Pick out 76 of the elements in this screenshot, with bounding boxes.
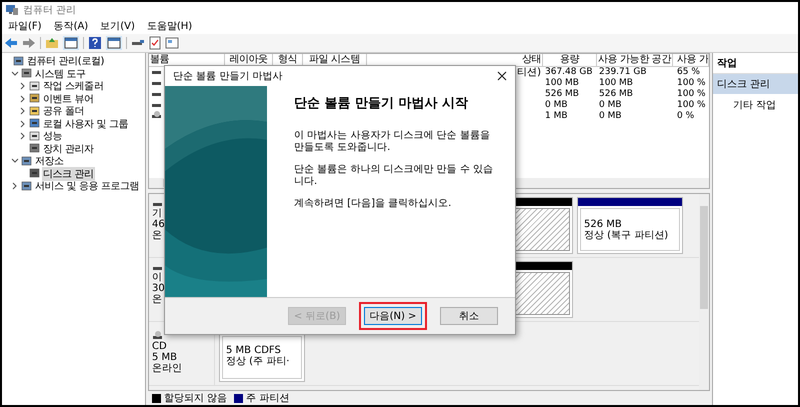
table-cell: 100 % [677, 78, 706, 88]
dialog-button[interactable]: 취소 [440, 307, 498, 325]
disk-label: 30 [152, 283, 166, 294]
cd-drive-icon [151, 111, 163, 121]
dialog-button[interactable]: 다음(N) > [364, 307, 422, 325]
table-cell: 100 % [677, 89, 706, 99]
table-cell: 0 MB [599, 111, 622, 121]
disk-label: 온 [152, 294, 163, 305]
column-header[interactable]: 사용 가 [673, 54, 709, 67]
column-header[interactable]: 사용 가능한 공간 [597, 54, 673, 67]
table-cell: 0 MB [599, 100, 622, 110]
legend-label: 할당되지 않음 [164, 392, 228, 405]
tree-item[interactable]: 시스템 도구 [34, 66, 87, 81]
table-cell: 526 MB [545, 89, 579, 99]
menu-item[interactable]: 도움말(H) [146, 19, 192, 33]
panel-icon[interactable] [106, 36, 122, 50]
cd-drive-icon [152, 331, 164, 341]
disk-label: 온라인 [152, 363, 183, 374]
more-actions-link[interactable]: 기타 작업 [713, 94, 798, 112]
back-arrow-icon[interactable] [4, 37, 18, 49]
dialog-text: 단순 볼륨은 하나의 디스크에만 만들 수 있습니다. [294, 164, 494, 188]
tree-item[interactable]: 이벤트 뷰어 [42, 92, 95, 106]
column-header[interactable]: 용량 [543, 54, 597, 67]
expanded-chevron-icon[interactable] [11, 157, 19, 166]
dialog-text: 이 마법사는 사용자가 디스크에 단순 볼륨을 만들도록 도와줍니다. [294, 130, 491, 154]
disk-label: 온 [152, 230, 163, 241]
tree-item[interactable]: 작업 스케줄러 [42, 79, 104, 94]
tree-item[interactable]: 장치 관리자 [42, 142, 95, 156]
menu-item[interactable]: 보기(V) [100, 19, 135, 33]
disk-label: 5 MB [152, 352, 178, 363]
table-cell: 100 % [677, 100, 706, 110]
disk-label: 이 [152, 272, 163, 283]
tree-item[interactable]: 서비스 및 응용 프로그램 [34, 179, 140, 194]
disk-label: 46 [152, 219, 166, 230]
table-cell: 0 MB [545, 100, 568, 110]
expanded-chevron-icon[interactable] [11, 70, 19, 78]
table-cell: 100 MB [545, 78, 579, 88]
collapsed-chevron-icon[interactable] [11, 182, 19, 190]
checked-document-icon[interactable] [149, 36, 161, 50]
dialog-text: 계속하려면 [다음]을 클릭하십시오. [294, 198, 452, 210]
disk-label: CD [152, 341, 168, 352]
window-icon[interactable] [165, 37, 179, 49]
tree-item[interactable]: 디스크 관리 [42, 166, 95, 181]
computer-management-icon [5, 4, 19, 16]
help-icon[interactable] [88, 36, 102, 50]
table-cell: 100 MB [599, 78, 633, 88]
table-cell: 티션) [517, 67, 541, 78]
action-group-header[interactable]: 디스크 관리 [713, 74, 798, 94]
table-cell: 1 MB [545, 111, 568, 121]
close-icon[interactable] [497, 71, 507, 81]
legend-label: 주 파티션 [246, 392, 290, 405]
collapsed-chevron-icon[interactable] [19, 82, 27, 90]
tree-item[interactable]: 저장소 [34, 154, 65, 168]
folder-up-icon[interactable] [45, 37, 59, 49]
forward-arrow-icon[interactable] [22, 37, 36, 49]
tree-item[interactable]: 성능 [42, 129, 64, 144]
collapsed-chevron-icon[interactable] [19, 120, 27, 128]
menu-item[interactable]: 동작(A) [54, 19, 88, 33]
table-cell: 0 % [677, 111, 694, 121]
dialog-heading: 단순 볼륨 만들기 마법사 시작 [294, 95, 470, 112]
table-cell: 239.71 GB [599, 67, 647, 77]
dialog-title: 단순 볼륨 만들기 마법사 [173, 70, 283, 83]
partition-block[interactable]: 526 MB 정상 (복구 파티션) [577, 197, 683, 254]
tree-item[interactable]: 로컬 사용자 및 그룹 [42, 116, 130, 131]
tree-item[interactable]: 컴퓨터 관리(로컬) [26, 54, 105, 68]
disk-label: 기 [152, 208, 163, 219]
tree-item[interactable]: 공유 폴더 [42, 104, 86, 118]
panel-icon[interactable] [63, 36, 79, 50]
collapsed-chevron-icon[interactable] [19, 107, 27, 116]
table-cell: 367.48 GB [545, 67, 593, 77]
collapsed-chevron-icon[interactable] [19, 94, 27, 103]
collapsed-chevron-icon[interactable] [19, 132, 27, 140]
table-cell: 65 % [677, 67, 700, 77]
menu-item[interactable]: 파일(F) [8, 19, 42, 33]
table-cell: 526 MB [599, 89, 633, 99]
window-title: 컴퓨터 관리 [23, 4, 76, 17]
